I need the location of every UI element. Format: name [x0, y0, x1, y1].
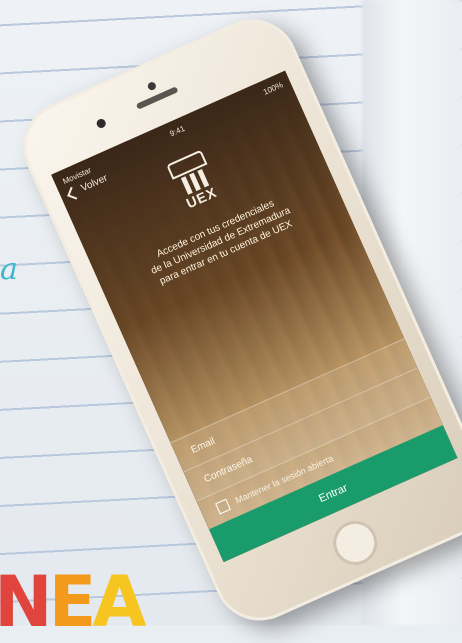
brand-letter-e: E	[48, 561, 97, 643]
brand-letter-a: A	[92, 561, 146, 643]
checkbox-icon[interactable]	[215, 498, 231, 515]
brand-letters: NEA	[0, 561, 147, 643]
brand-letter-n: N	[0, 561, 53, 643]
side-script-text: a	[0, 252, 18, 287]
